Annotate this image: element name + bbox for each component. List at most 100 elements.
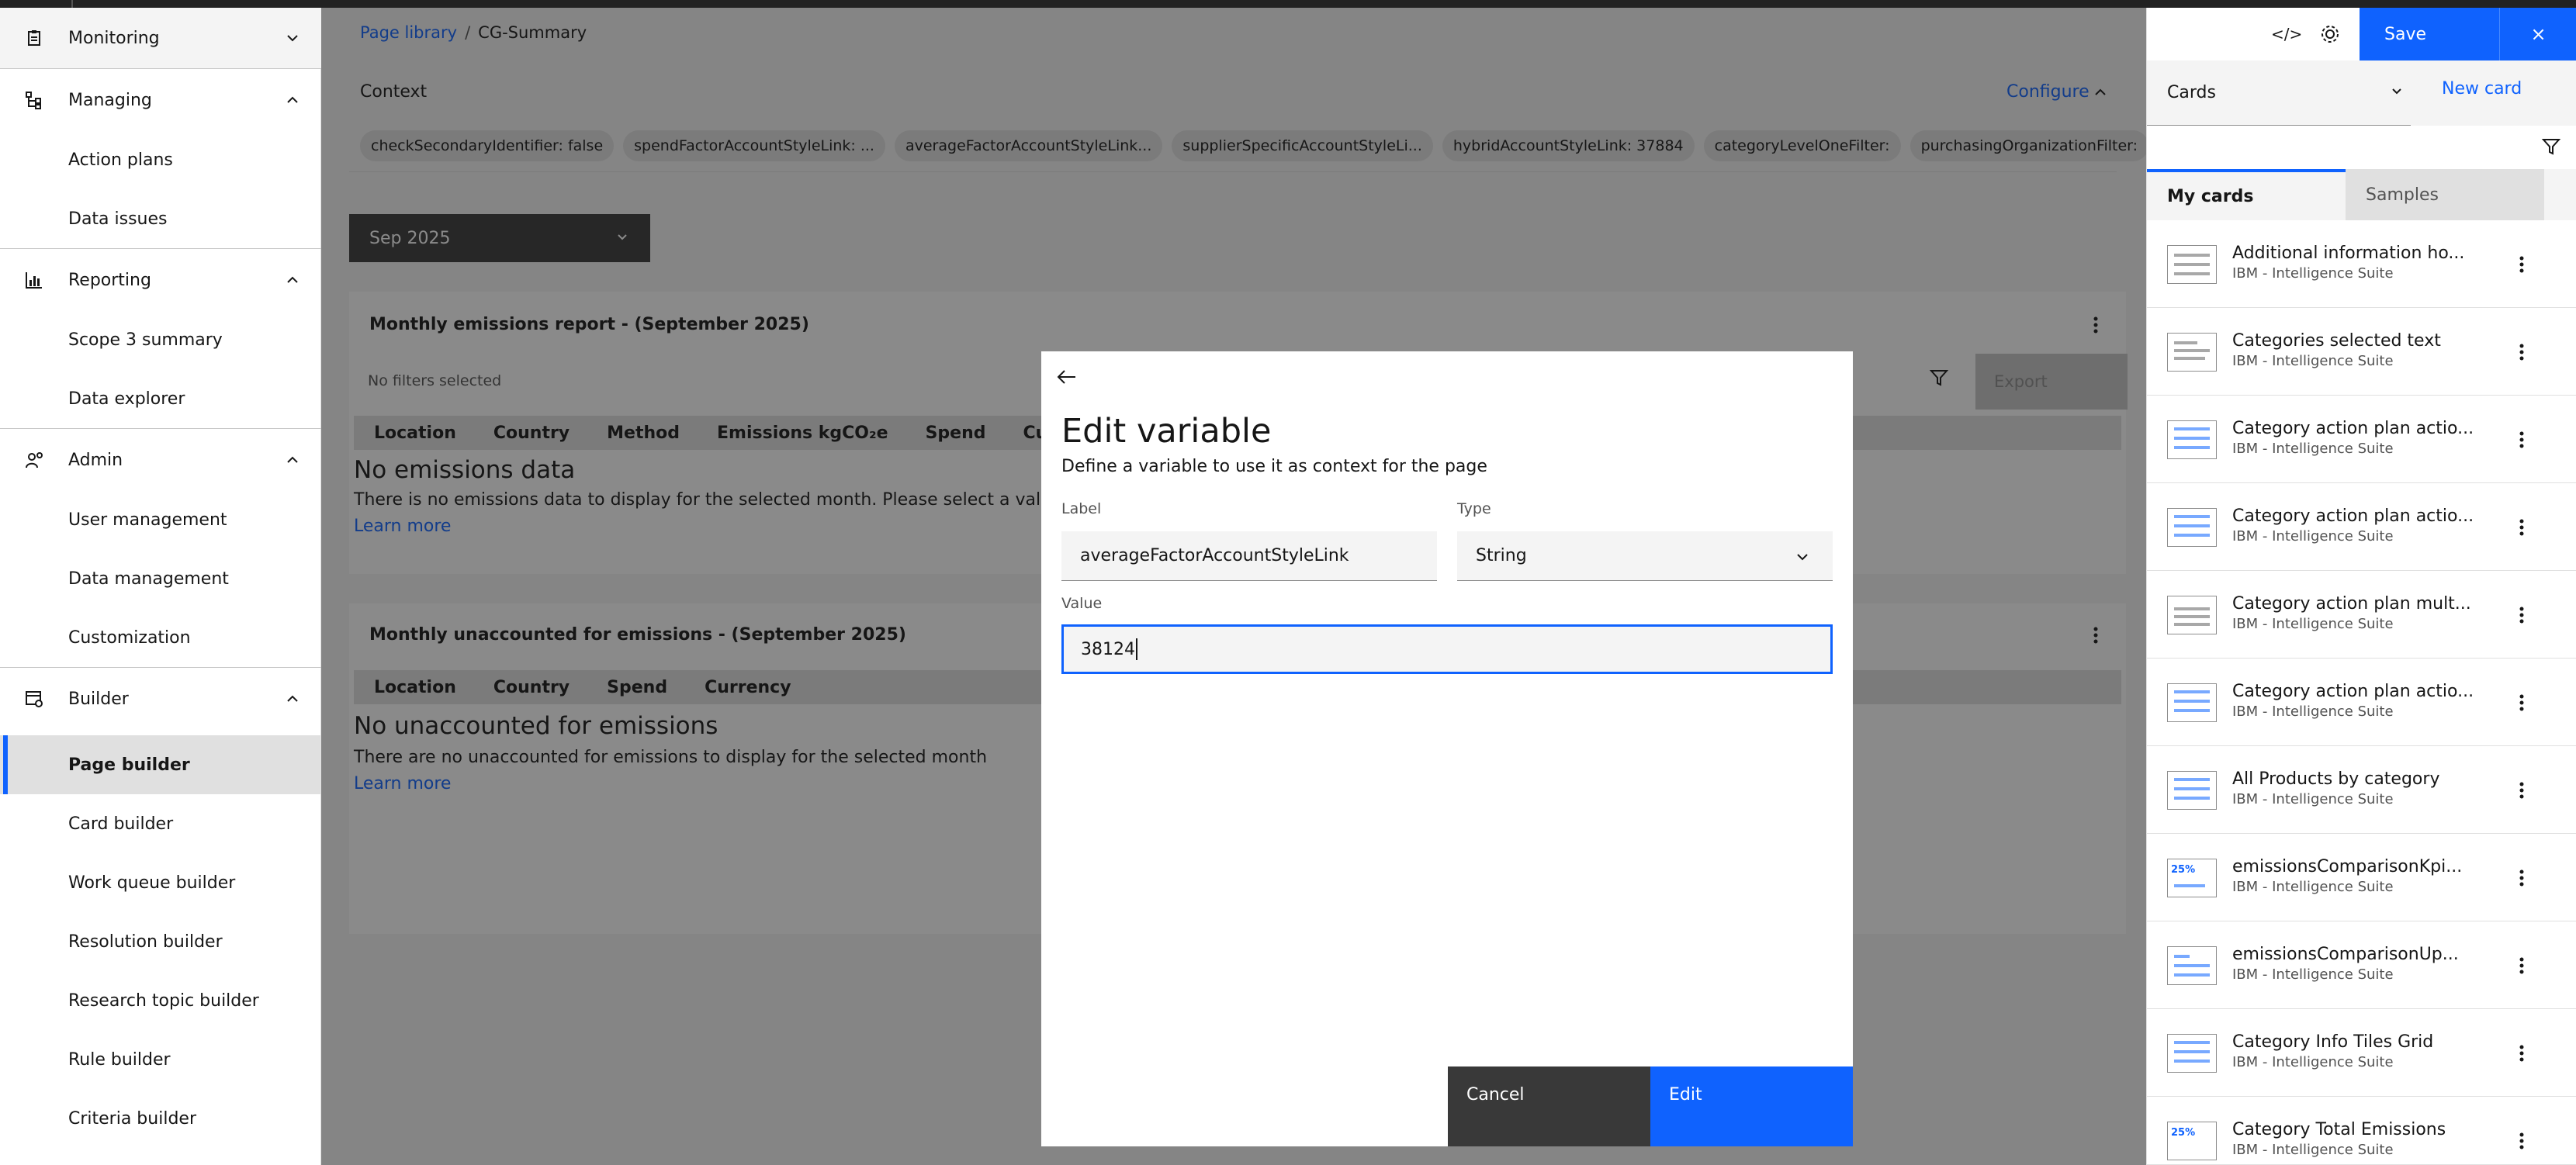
overflow-menu-icon[interactable] bbox=[2519, 605, 2524, 625]
sidebar-item-rule-builder[interactable]: Rule builder bbox=[0, 1030, 321, 1089]
type-select-value: String bbox=[1476, 546, 1527, 565]
card-name: All Products by category bbox=[2232, 769, 2440, 789]
edit-button[interactable]: Edit bbox=[1650, 1066, 1853, 1146]
divider bbox=[0, 428, 321, 429]
sidebar-item-customization[interactable]: Customization bbox=[0, 608, 321, 667]
sidebar-group-admin[interactable]: Admin bbox=[0, 430, 321, 490]
label-input-value: averageFactorAccountStyleLink bbox=[1080, 546, 1349, 565]
sidebar-item-data-management[interactable]: Data management bbox=[0, 549, 321, 608]
cards-panel: </> Save × Cards New card My cards Sampl… bbox=[2146, 8, 2576, 1165]
clipboard-icon bbox=[23, 27, 45, 49]
top-bar-divider bbox=[71, 0, 73, 8]
overflow-menu-icon[interactable] bbox=[2519, 1043, 2524, 1063]
save-button[interactable]: Save bbox=[2360, 8, 2499, 60]
sidebar-item-page-builder[interactable]: Page builder bbox=[0, 735, 321, 794]
card-list-item[interactable]: Categories selected text IBM - Intellige… bbox=[2147, 308, 2576, 396]
filter-icon[interactable] bbox=[2541, 137, 2561, 157]
type-select[interactable]: String bbox=[1457, 531, 1833, 581]
card-list-item[interactable]: emissionsComparisonUp... IBM - Intellige… bbox=[2147, 921, 2576, 1009]
new-card-link[interactable]: New card bbox=[2442, 79, 2522, 99]
card-thumbnail bbox=[2167, 771, 2217, 810]
card-source: IBM - Intelligence Suite bbox=[2232, 1142, 2394, 1158]
overflow-menu-icon[interactable] bbox=[2519, 780, 2524, 800]
sidebar-item-resolution-builder[interactable]: Resolution builder bbox=[0, 912, 321, 971]
card-name: Categories selected text bbox=[2232, 331, 2441, 351]
sidebar-group-reporting[interactable]: Reporting bbox=[0, 250, 321, 310]
cancel-button[interactable]: Cancel bbox=[1448, 1066, 1650, 1146]
label-input[interactable]: averageFactorAccountStyleLink bbox=[1061, 531, 1437, 581]
gear-icon[interactable] bbox=[2319, 23, 2341, 45]
modal-title: Edit variable bbox=[1061, 412, 1272, 451]
card-thumbnail bbox=[2167, 508, 2217, 547]
card-thumbnail: 25% bbox=[2167, 859, 2217, 897]
card-list-item[interactable]: Category action plan actio... IBM - Inte… bbox=[2147, 659, 2576, 746]
card-name: emissionsComparisonUp... bbox=[2232, 945, 2459, 964]
card-list-item[interactable]: Additional information ho... IBM - Intel… bbox=[2147, 220, 2576, 308]
sidebar-item-criteria-builder[interactable]: Criteria builder bbox=[0, 1089, 321, 1148]
overflow-menu-icon[interactable] bbox=[2519, 868, 2524, 888]
thumbnail-percent: 25% bbox=[2171, 1127, 2196, 1139]
sidebar-item-action-plans[interactable]: Action plans bbox=[0, 130, 321, 189]
card-list-item[interactable]: Category action plan mult... IBM - Intel… bbox=[2147, 571, 2576, 659]
sidebar-group-monitoring[interactable]: Monitoring bbox=[0, 8, 321, 68]
sidebar-item-data-issues[interactable]: Data issues bbox=[0, 189, 321, 248]
divider bbox=[0, 248, 321, 249]
sidebar-group-managing[interactable]: Managing bbox=[0, 70, 321, 130]
card-list-item[interactable]: 25% emissionsComparisonKpi... IBM - Inte… bbox=[2147, 834, 2576, 921]
card-thumbnail bbox=[2167, 333, 2217, 372]
card-list-item[interactable]: Category action plan actio... IBM - Inte… bbox=[2147, 483, 2576, 571]
modal-subtitle: Define a variable to use it as context f… bbox=[1061, 457, 1487, 476]
divider bbox=[0, 68, 321, 69]
sidebar-item-user-management[interactable]: User management bbox=[0, 490, 321, 549]
overflow-menu-icon[interactable] bbox=[2519, 430, 2524, 450]
overflow-menu-icon[interactable] bbox=[2519, 517, 2524, 538]
value-input[interactable]: 38124 bbox=[1061, 624, 1833, 674]
card-thumbnail bbox=[2167, 946, 2217, 985]
arrow-left-icon[interactable] bbox=[1055, 365, 1079, 389]
chevron-up-icon bbox=[287, 456, 298, 463]
sidebar-item-research-topic-builder[interactable]: Research topic builder bbox=[0, 971, 321, 1030]
sidebar-group-label: Admin bbox=[68, 450, 123, 470]
sidebar-item-label: Rule builder bbox=[68, 1049, 171, 1070]
sidebar-item-work-queue-builder[interactable]: Work queue builder bbox=[0, 853, 321, 912]
card-list-item[interactable]: 25% Category Total Emissions IBM - Intel… bbox=[2147, 1097, 2576, 1165]
sidebar-group-builder[interactable]: Builder bbox=[0, 669, 321, 729]
overflow-menu-icon[interactable] bbox=[2519, 254, 2524, 275]
sidebar-item-label: Data issues bbox=[68, 209, 168, 229]
tab-my-cards[interactable]: My cards bbox=[2147, 169, 2346, 220]
chevron-up-icon bbox=[287, 695, 298, 702]
sidebar-group-label: Reporting bbox=[68, 270, 151, 290]
close-button[interactable]: × bbox=[2499, 8, 2576, 60]
tab-samples[interactable]: Samples bbox=[2346, 169, 2544, 220]
overflow-menu-icon[interactable] bbox=[2519, 956, 2524, 976]
card-list-item[interactable]: Category Info Tiles Grid IBM - Intellige… bbox=[2147, 1009, 2576, 1097]
overflow-menu-icon[interactable] bbox=[2519, 693, 2524, 713]
user-admin-icon bbox=[23, 449, 45, 471]
card-thumbnail bbox=[2167, 245, 2217, 284]
overflow-menu-icon[interactable] bbox=[2519, 1131, 2524, 1151]
card-list-item[interactable]: Category action plan actio... IBM - Inte… bbox=[2147, 396, 2576, 483]
card-list-item[interactable]: All Products by category IBM - Intellige… bbox=[2147, 746, 2576, 834]
card-name: Category action plan mult... bbox=[2232, 594, 2471, 614]
card-source: IBM - Intelligence Suite bbox=[2232, 1054, 2394, 1070]
card-name: Category action plan actio... bbox=[2232, 419, 2474, 438]
card-name: Category action plan actio... bbox=[2232, 682, 2474, 701]
cards-search[interactable] bbox=[2147, 126, 2576, 169]
text-cursor bbox=[1136, 638, 1137, 660]
value-input-value: 38124 bbox=[1081, 639, 1135, 659]
cards-dropdown[interactable]: Cards bbox=[2147, 60, 2411, 126]
chevron-up-icon bbox=[287, 96, 298, 103]
cards-tabs: My cards Samples bbox=[2147, 169, 2576, 220]
chevron-down-icon bbox=[287, 35, 298, 42]
card-thumbnail bbox=[2167, 596, 2217, 634]
overflow-menu-icon[interactable] bbox=[2519, 342, 2524, 362]
sidebar-item-scope3-summary[interactable]: Scope 3 summary bbox=[0, 310, 321, 369]
sidebar-group-label: Managing bbox=[68, 90, 152, 110]
card-name: Category Info Tiles Grid bbox=[2232, 1032, 2434, 1052]
edit-variable-modal: Edit variable Define a variable to use i… bbox=[1041, 351, 1853, 1146]
card-name: Category action plan actio... bbox=[2232, 506, 2474, 526]
sidebar-item-label: Page builder bbox=[68, 755, 190, 775]
code-icon[interactable]: </> bbox=[2271, 25, 2302, 43]
sidebar-item-data-explorer[interactable]: Data explorer bbox=[0, 369, 321, 428]
sidebar-item-card-builder[interactable]: Card builder bbox=[0, 794, 321, 853]
